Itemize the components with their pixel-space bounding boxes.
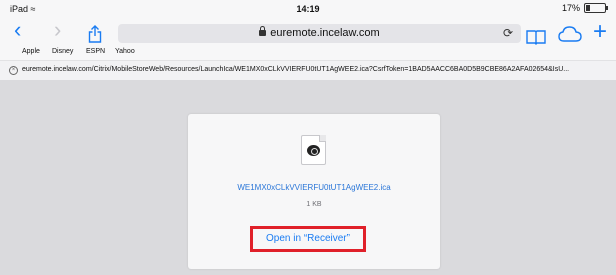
- favorite-yahoo[interactable]: Yahoo: [115, 48, 135, 55]
- file-name: WE1MX0xCLkVVIERFU0tUT1AgWEE2.ica: [237, 183, 391, 192]
- favorite-disney[interactable]: Disney: [52, 48, 73, 55]
- page-content: WE1MX0xCLkVVIERFU0tUT1AgWEE2.ica 1 KB Op…: [0, 80, 616, 275]
- receiver-glyph-icon: [307, 145, 320, 156]
- back-icon[interactable]: ‹: [14, 16, 21, 44]
- safari-toolbar: ‹ › euremote.incelaw.com ⟳ +: [0, 16, 616, 46]
- status-bar: iPad ≈ 14:19 17%: [0, 0, 616, 18]
- download-card: WE1MX0xCLkVVIERFU0tUT1AgWEE2.ica 1 KB Op…: [188, 114, 440, 269]
- status-time: 14:19: [296, 4, 320, 14]
- favorite-apple[interactable]: Apple: [22, 48, 40, 55]
- status-right: 17%: [561, 3, 608, 13]
- file-size: 1 KB: [306, 201, 322, 208]
- forward-icon[interactable]: ›: [54, 16, 61, 44]
- open-in-receiver-button[interactable]: Open in “Receiver”: [250, 226, 366, 252]
- battery-percent: 17%: [561, 3, 580, 13]
- favorite-espn[interactable]: ESPN: [86, 48, 105, 55]
- reload-icon[interactable]: ⟳: [503, 24, 513, 43]
- url-field[interactable]: euremote.incelaw.com ⟳: [118, 24, 521, 43]
- battery-icon: [584, 3, 608, 13]
- ica-file-icon: [301, 135, 326, 165]
- url-text: euremote.incelaw.com: [270, 27, 380, 39]
- full-url-bar: × euremote.incelaw.com/Citrix/MobileStor…: [0, 60, 616, 81]
- full-url-text: euremote.incelaw.com/Citrix/MobileStoreW…: [22, 66, 570, 73]
- favorites-bar: Apple Disney ESPN Yahoo: [0, 46, 616, 60]
- new-tab-icon[interactable]: +: [593, 18, 607, 46]
- lock-icon: [259, 26, 267, 36]
- stop-loading-icon[interactable]: ×: [9, 66, 18, 75]
